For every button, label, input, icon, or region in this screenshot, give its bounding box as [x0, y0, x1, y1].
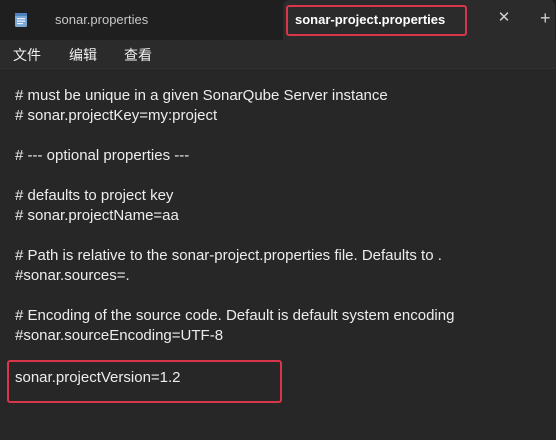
editor-line: #sonar.sources=. — [15, 267, 130, 284]
tab-bar: sonar.properties sonar-project.propertie… — [0, 0, 556, 40]
tab-label: sonar.properties — [55, 12, 149, 27]
notepad-file-icon — [15, 13, 27, 27]
editor-line: # sonar.projectKey=my:project — [15, 107, 218, 124]
editor-line: # Path is relative to the sonar-project.… — [15, 247, 442, 264]
version-highlight-box — [7, 360, 282, 403]
editor-line: # Encoding of the source code. Default i… — [15, 307, 455, 324]
menu-edit[interactable]: 编辑 — [69, 45, 97, 65]
tab-sonar-properties[interactable]: sonar.properties — [0, 0, 276, 40]
editor-line: #sonar.sourceEncoding=UTF-8 — [15, 327, 224, 344]
close-icon[interactable]: ✕ — [497, 10, 511, 25]
editor-line: # must be unique in a given SonarQube Se… — [15, 87, 388, 104]
menu-view[interactable]: 查看 — [124, 45, 152, 65]
menu-bar: 文件 编辑 查看 — [0, 40, 556, 68]
menu-file[interactable]: 文件 — [13, 45, 41, 65]
editor-line: # defaults to project key — [15, 187, 174, 204]
new-tab-icon[interactable]: + — [540, 8, 556, 28]
tab-highlight-box — [286, 5, 467, 36]
editor-line: # sonar.projectName=aa — [15, 207, 179, 224]
editor-line: # --- optional properties --- — [15, 147, 190, 164]
